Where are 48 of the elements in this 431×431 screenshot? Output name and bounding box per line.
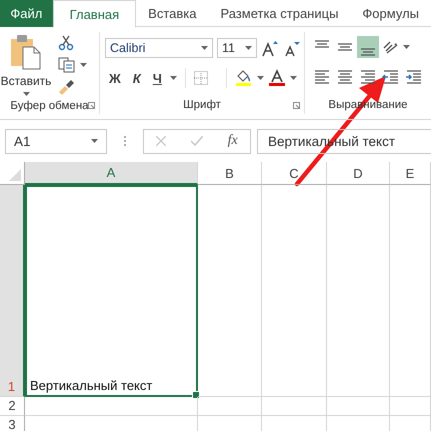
name-box[interactable]: A1 (5, 128, 107, 154)
ribbon-tab[interactable]: Вставка (136, 0, 208, 27)
ribbon-tab[interactable]: Формулы (350, 0, 431, 27)
table-cell (198, 397, 262, 416)
fill-color-icon[interactable] (234, 69, 253, 87)
table-cell (327, 397, 390, 416)
row-header[interactable]: 2 (0, 397, 25, 416)
underline-button[interactable]: Ч (148, 70, 166, 86)
ribbon-tab[interactable]: Разметка страницы (208, 0, 350, 27)
bold-button[interactable]: Ж (105, 70, 125, 86)
italic-button[interactable]: К (128, 70, 145, 86)
file-tab[interactable]: Файл (0, 0, 53, 27)
caret-icon[interactable] (170, 76, 177, 80)
caret-icon[interactable] (91, 139, 98, 143)
grow-font-icon[interactable] (261, 39, 279, 57)
column-header[interactable]: D (327, 162, 390, 185)
table-cell (262, 397, 327, 416)
font-color-icon[interactable] (268, 69, 286, 87)
paste-button[interactable]: Вставить (0, 32, 52, 97)
caret-icon[interactable] (245, 46, 252, 50)
dialog-launcher-icon[interactable] (293, 102, 300, 109)
caret-icon[interactable] (22, 92, 30, 96)
table-cell (390, 397, 431, 416)
dialog-launcher-icon[interactable] (88, 102, 95, 109)
shrink-font-icon[interactable] (283, 39, 301, 57)
ribbon-tab[interactable]: Главная (52, 0, 136, 28)
column-header[interactable]: C (262, 162, 327, 185)
column-header[interactable]: E (390, 162, 431, 185)
align-bottom-icon[interactable] (357, 36, 379, 58)
font-name-field[interactable]: Calibri (105, 38, 213, 58)
copy-icon[interactable] (58, 57, 76, 73)
clipboard-icon (11, 34, 41, 70)
caret-icon[interactable] (80, 63, 87, 67)
column-header[interactable]: B (198, 162, 262, 185)
fill-handle[interactable] (192, 391, 200, 399)
caret-icon[interactable] (256, 76, 264, 80)
table-cell: Вертикальный текст (25, 185, 198, 397)
caret-icon[interactable] (290, 76, 297, 80)
brush-icon[interactable] (58, 79, 76, 95)
caret-icon[interactable] (201, 46, 208, 50)
group-label: Буфер обмена (10, 100, 89, 112)
column-header[interactable]: A (25, 162, 198, 185)
scissors-icon[interactable] (58, 35, 74, 51)
insert-function-button[interactable]: fx (228, 133, 238, 149)
caret-icon[interactable] (403, 45, 410, 49)
font-size-field[interactable]: 11 (217, 38, 257, 58)
group-label: Шрифт (183, 99, 221, 111)
borders-icon[interactable] (194, 71, 208, 85)
